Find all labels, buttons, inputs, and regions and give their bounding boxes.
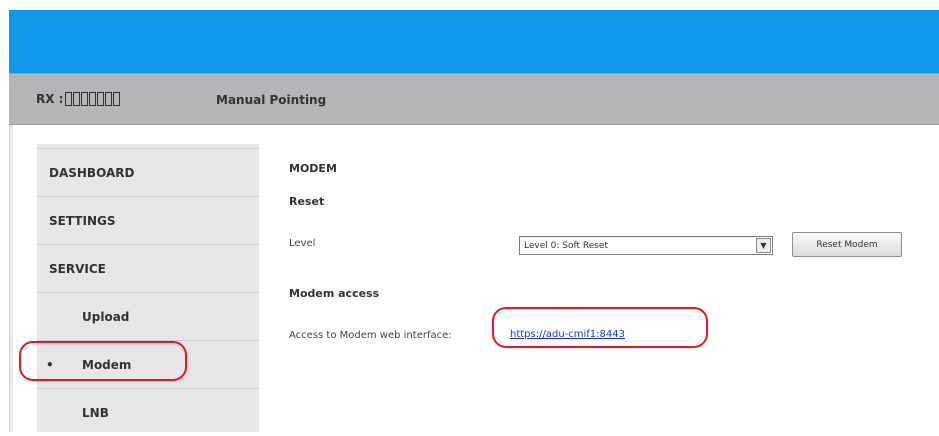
modem-access-heading: Modem access [289,287,380,300]
status-bar: RX : Manual Pointing [9,73,939,125]
sidebar-item-label: SETTINGS [49,213,116,228]
level-label: Level [289,238,316,249]
rx-label: RX : [36,92,64,106]
sidebar: DASHBOARD SETTINGS SERVICE Upload • Mode… [37,144,259,432]
level-select[interactable]: Level 0: Soft Reset ▼ [519,236,773,255]
main-content: MODEM Reset Level Level 0: Soft Reset ▼ … [289,125,939,432]
sidebar-item-label: Upload [82,309,130,324]
sidebar-item-label: LNB [82,405,109,420]
highlight-circle-modem [19,341,187,381]
top-banner [9,10,939,73]
sidebar-item-service[interactable]: SERVICE [37,244,259,292]
chevron-down-icon[interactable]: ▼ [756,238,771,253]
access-text: Access to Modem web interface: [289,330,452,341]
highlight-circle-link [492,307,708,348]
rx-indicator: RX : [36,92,121,106]
reset-heading: Reset [289,195,325,208]
section-title: MODEM [289,162,337,175]
sidebar-item-lnb[interactable]: LNB [37,388,259,436]
left-border [9,125,13,432]
sidebar-item-label: SERVICE [49,261,106,276]
sidebar-item-dashboard[interactable]: DASHBOARD [37,148,259,196]
sidebar-item-label: DASHBOARD [49,165,135,180]
page-title: Manual Pointing [216,93,327,107]
sidebar-item-settings[interactable]: SETTINGS [37,196,259,244]
sidebar-item-upload[interactable]: Upload [37,292,259,340]
reset-modem-button[interactable]: Reset Modem [792,232,902,257]
rx-signal-boxes [65,92,121,106]
level-select-value: Level 0: Soft Reset [524,240,608,251]
